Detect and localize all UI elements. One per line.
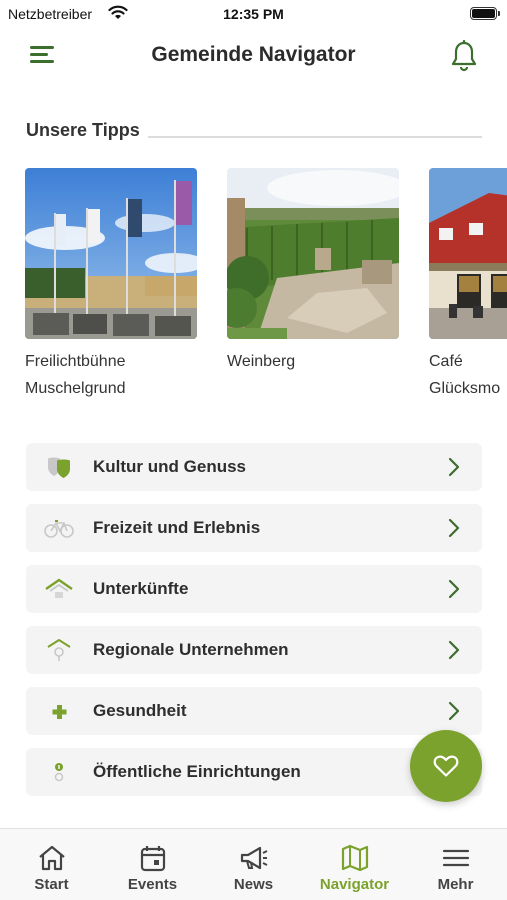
tab-navigator[interactable]: Navigator	[304, 829, 405, 900]
section-title: Unsere Tipps	[26, 120, 148, 141]
favorites-button[interactable]	[410, 730, 482, 802]
battery-icon	[470, 7, 500, 20]
section-divider	[146, 136, 482, 138]
megaphone-icon	[240, 846, 268, 870]
chevron-right-icon	[448, 457, 460, 477]
roof-icon	[45, 578, 73, 598]
home-icon	[39, 845, 65, 871]
tips-carousel[interactable]: Freilichtbühne Muschelgrund Weinberg Caf…	[25, 168, 507, 408]
calendar-icon	[140, 846, 166, 872]
tip-title: Weinberg	[227, 348, 399, 375]
chevron-right-icon	[448, 640, 460, 660]
info-pin-icon	[54, 763, 64, 782]
tip-card-weinberg[interactable]: Weinberg	[227, 168, 399, 375]
tab-news[interactable]: News	[203, 829, 304, 900]
page-title: Gemeinde Navigator	[151, 43, 356, 66]
tip-image	[429, 168, 507, 339]
chevron-right-icon	[448, 518, 460, 538]
chevron-right-icon	[448, 701, 460, 721]
tips-section-header: Unsere Tipps	[26, 120, 482, 144]
category-label: Unterkünfte	[93, 579, 189, 598]
status-bar: Netzbetreiber 12:35 PM	[0, 0, 507, 28]
tab-label: News	[233, 876, 274, 893]
tip-title-line: Muschelgrund	[25, 380, 126, 397]
tab-label: Events	[127, 876, 178, 893]
tip-title-line: Weinberg	[227, 353, 296, 370]
tip-title: Café Glücksmo	[429, 348, 507, 402]
app-header: Gemeinde Navigator	[0, 30, 507, 82]
heart-icon	[433, 755, 459, 777]
category-kultur-und-genuss[interactable]: Kultur und Genuss	[26, 443, 482, 491]
category-label: Freizeit und Erlebnis	[93, 518, 261, 537]
location-pin-house-icon	[47, 639, 71, 661]
category-regionale-unternehmen[interactable]: Regionale Unternehmen	[26, 626, 482, 674]
bell-icon	[451, 39, 477, 72]
bicycle-icon	[44, 520, 74, 538]
menu-lines-icon	[442, 849, 470, 867]
tip-title-line: Café	[429, 353, 463, 370]
tab-events[interactable]: Events	[102, 829, 203, 900]
map-icon	[341, 844, 369, 872]
category-freizeit-und-erlebnis[interactable]: Freizeit und Erlebnis	[26, 504, 482, 552]
category-label: Kultur und Genuss	[93, 457, 246, 476]
medical-cross-icon	[52, 705, 67, 719]
tip-card-freilichtbuehne[interactable]: Freilichtbühne Muschelgrund	[25, 168, 197, 402]
tip-title-line: Glücksmo	[429, 380, 501, 397]
category-label: Gesundheit	[93, 701, 187, 720]
tab-label: Start	[34, 876, 69, 893]
tip-image	[227, 168, 399, 339]
tab-mehr[interactable]: Mehr	[405, 829, 506, 900]
bottom-tab-bar: Start Events News Navigator Mehr	[0, 828, 507, 900]
category-unterkuenfte[interactable]: Unterkünfte	[26, 565, 482, 613]
tab-start[interactable]: Start	[1, 829, 102, 900]
notifications-button[interactable]	[449, 39, 479, 72]
tab-label: Mehr	[437, 876, 474, 893]
category-label: Regionale Unternehmen	[93, 640, 289, 659]
tip-title: Freilichtbühne Muschelgrund	[25, 348, 197, 402]
tip-card-cafe[interactable]: Café Glücksmo	[429, 168, 507, 402]
category-gesundheit[interactable]: Gesundheit	[26, 687, 482, 735]
tip-image	[25, 168, 197, 339]
tip-title-line: Freilichtbühne	[25, 353, 126, 370]
status-time: 12:35 PM	[223, 6, 284, 22]
category-label: Öffentliche Einrichtungen	[93, 762, 301, 781]
tab-label: Navigator	[319, 876, 390, 893]
theater-masks-icon	[48, 457, 70, 478]
chevron-right-icon	[448, 579, 460, 599]
